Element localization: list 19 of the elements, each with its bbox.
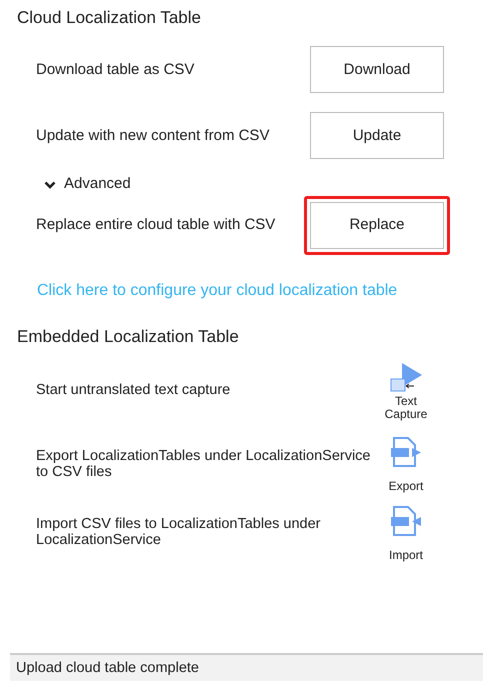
tool-description: Export LocalizationTables under LocalizationService to CSV files (36, 448, 372, 481)
text-capture-icon (388, 361, 424, 394)
action-button[interactable]: Download (310, 46, 444, 94)
section-title: Cloud Localization Table (17, 8, 202, 28)
advanced-toggle[interactable]: Advanced (64, 173, 131, 196)
tool-button[interactable]: Text Capture (376, 361, 436, 420)
chevron-down-icon[interactable] (44, 180, 56, 190)
import-csv-icon (388, 505, 424, 538)
action-label: Update with new content from CSV (36, 126, 270, 146)
tool-button[interactable]: Export (376, 436, 436, 494)
action-button[interactable]: Replace (310, 202, 444, 249)
status-bar: Upload cloud table complete (10, 653, 483, 681)
tool-description: Start untranslated text capture (36, 382, 232, 399)
action-label: Replace entire cloud table with CSV (36, 215, 276, 236)
tool-button[interactable]: Import (376, 505, 436, 562)
action-label: Download table as CSV (36, 60, 196, 80)
tool-description: Import CSV files to LocalizationTables under LocalizationService (36, 517, 322, 550)
section-title: Embedded Localization Table (17, 326, 240, 348)
action-button[interactable]: Update (310, 112, 444, 160)
